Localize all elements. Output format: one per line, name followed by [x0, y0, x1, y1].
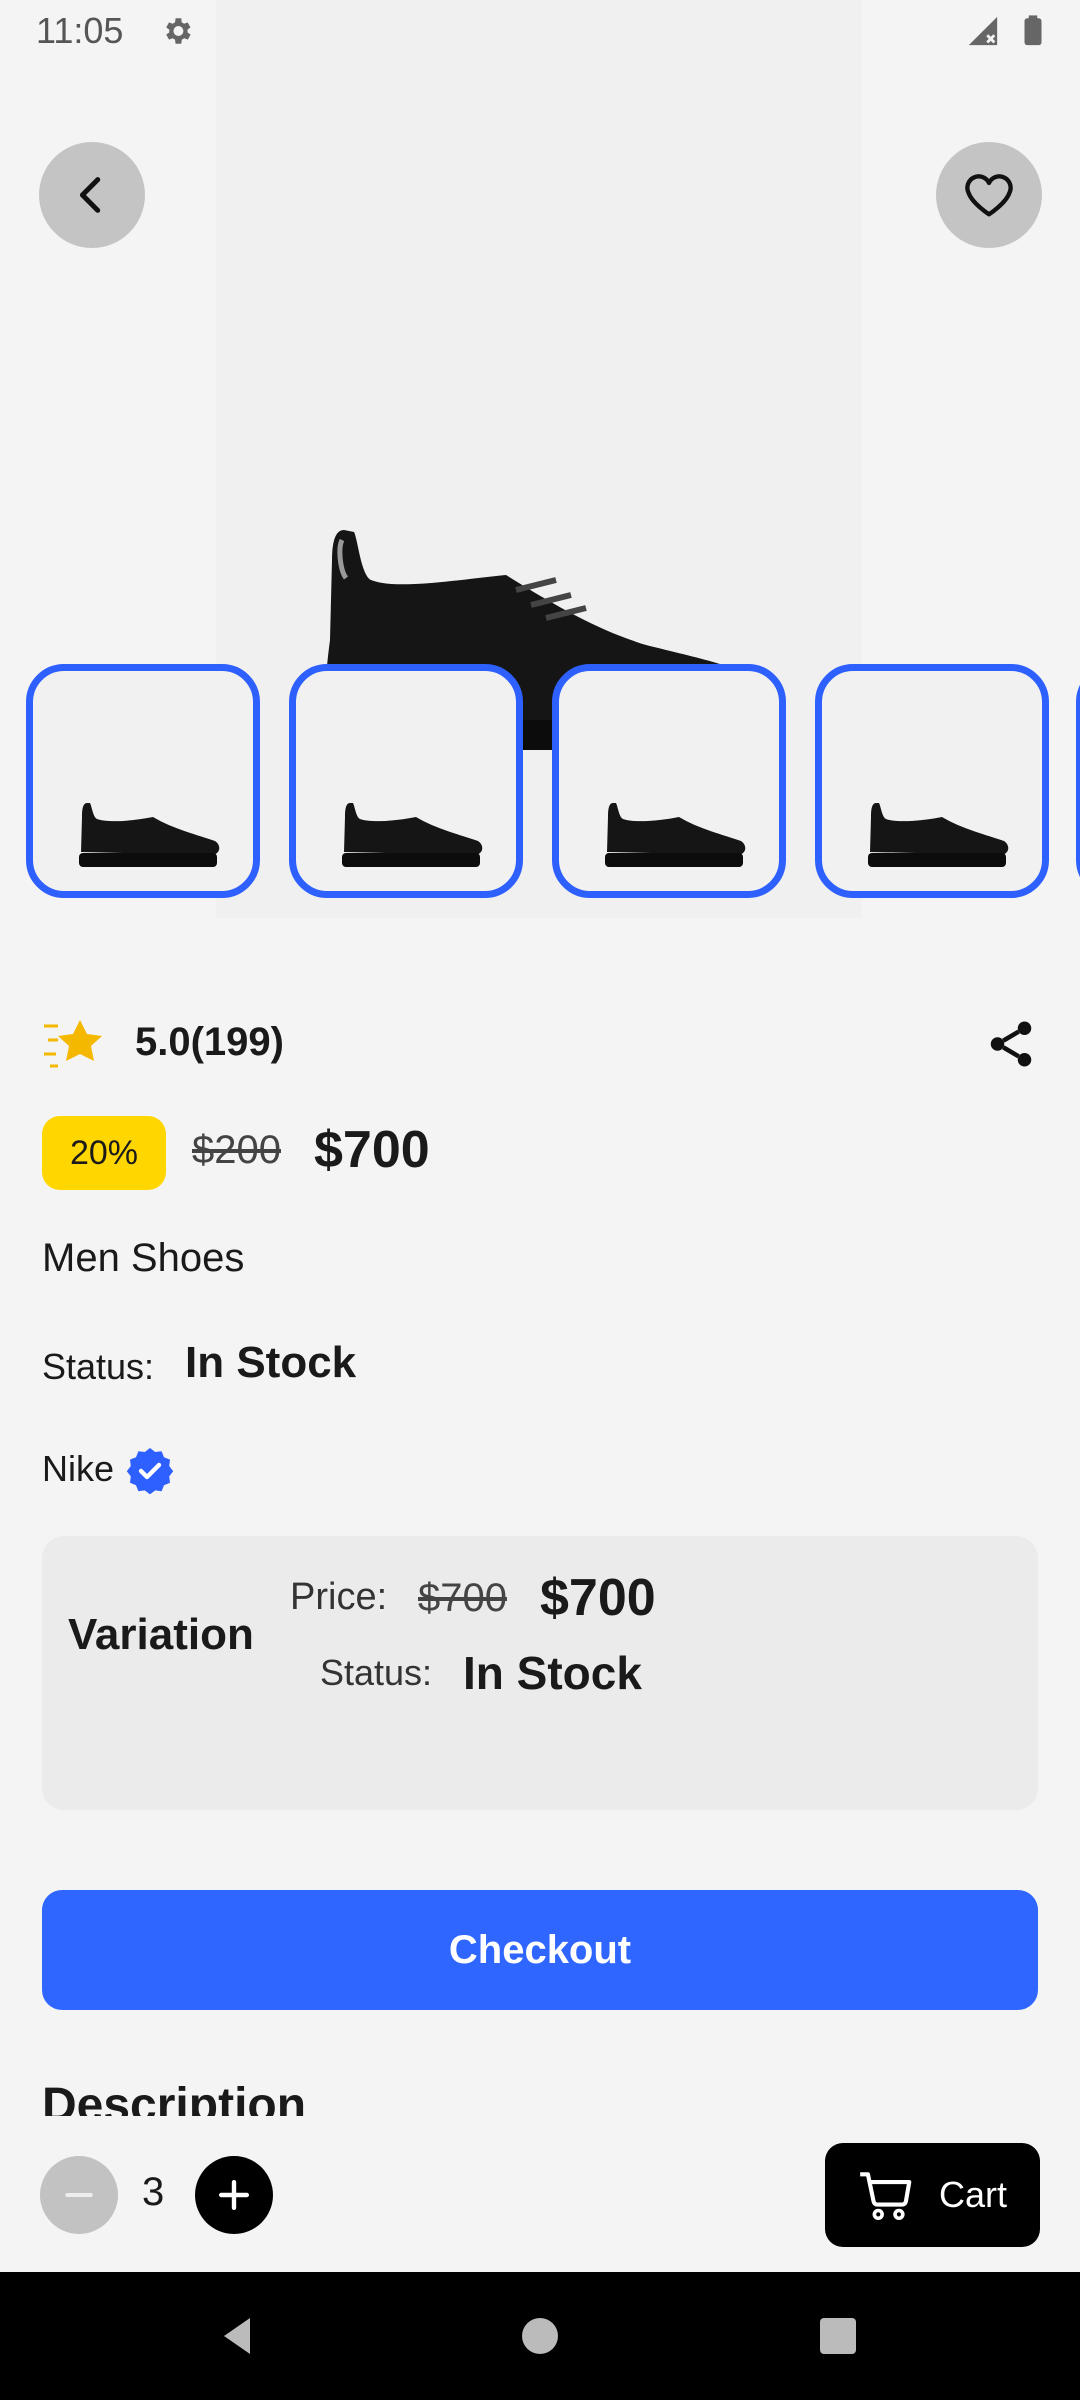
old-price: $200: [192, 1128, 281, 1172]
battery-icon: [1024, 15, 1042, 46]
variation-new-price: $700: [540, 1569, 656, 1627]
rating-value: 5.0(199): [135, 1020, 284, 1064]
signal-icon: [968, 16, 998, 46]
rating-row: 5.0(199): [42, 1010, 1038, 1076]
shoe-thumbnail-image: [79, 803, 220, 867]
variation-title: Variation: [68, 1610, 254, 1659]
back-button[interactable]: [39, 142, 145, 248]
status-time: 11:05: [36, 10, 124, 51]
decrease-quantity-button[interactable]: [40, 2156, 118, 2234]
status-label: Status:: [42, 1346, 155, 1387]
shoe-thumbnail-image: [868, 803, 1009, 867]
variation-status-value: In Stock: [463, 1647, 642, 1699]
thumbnail-3[interactable]: [552, 664, 786, 898]
product-name: Men Shoes: [42, 1236, 245, 1280]
shoe-thumbnail-image: [605, 803, 746, 867]
description-heading: Description: [42, 2082, 307, 2116]
settings-icon: [166, 18, 191, 44]
checkout-button[interactable]: Checkout: [42, 1890, 1038, 2010]
shoe-thumbnail-image: [342, 803, 483, 867]
brand-name[interactable]: Nike: [42, 1448, 114, 1490]
heart-outline-icon: [965, 174, 1013, 217]
increase-quantity-button[interactable]: [195, 2156, 273, 2234]
chevron-left-icon: [79, 177, 101, 213]
variation-old-price: $700: [418, 1576, 507, 1620]
variation-status-label: Status:: [320, 1652, 433, 1693]
thumbnail-2[interactable]: [289, 664, 523, 898]
status-value: In Stock: [185, 1338, 357, 1387]
discount-badge: 20%: [42, 1116, 166, 1190]
add-to-cart-button[interactable]: Cart: [825, 2143, 1040, 2247]
thumbnail-strip: [0, 660, 1080, 900]
bottom-action-bar: 3 Cart: [0, 2116, 1080, 2272]
cart-icon: [860, 2172, 912, 2221]
verified-badge-icon: [126, 1448, 174, 1494]
minus-icon: [65, 2193, 93, 2197]
current-price: $700: [314, 1121, 430, 1179]
plus-icon: [218, 2179, 250, 2211]
nav-recents-icon[interactable]: [814, 2312, 862, 2360]
thumbnail-5[interactable]: [1076, 664, 1080, 898]
star-icon: [44, 1020, 102, 1068]
nav-back-icon[interactable]: [214, 2312, 262, 2360]
quantity-value: 3: [142, 2170, 165, 2214]
nav-home-icon[interactable]: [516, 2312, 564, 2360]
thumbnail-1[interactable]: [26, 664, 260, 898]
cart-label: Cart: [939, 2174, 1008, 2215]
system-navigation-bar: [0, 2272, 1080, 2400]
thumbnail-4[interactable]: [815, 664, 1049, 898]
share-icon[interactable]: [984, 1014, 1038, 1074]
favorite-button[interactable]: [936, 142, 1042, 248]
variation-card[interactable]: Variation Price: $700 $700 Status: In St…: [42, 1536, 1038, 1810]
variation-price-label: Price:: [290, 1576, 388, 1618]
